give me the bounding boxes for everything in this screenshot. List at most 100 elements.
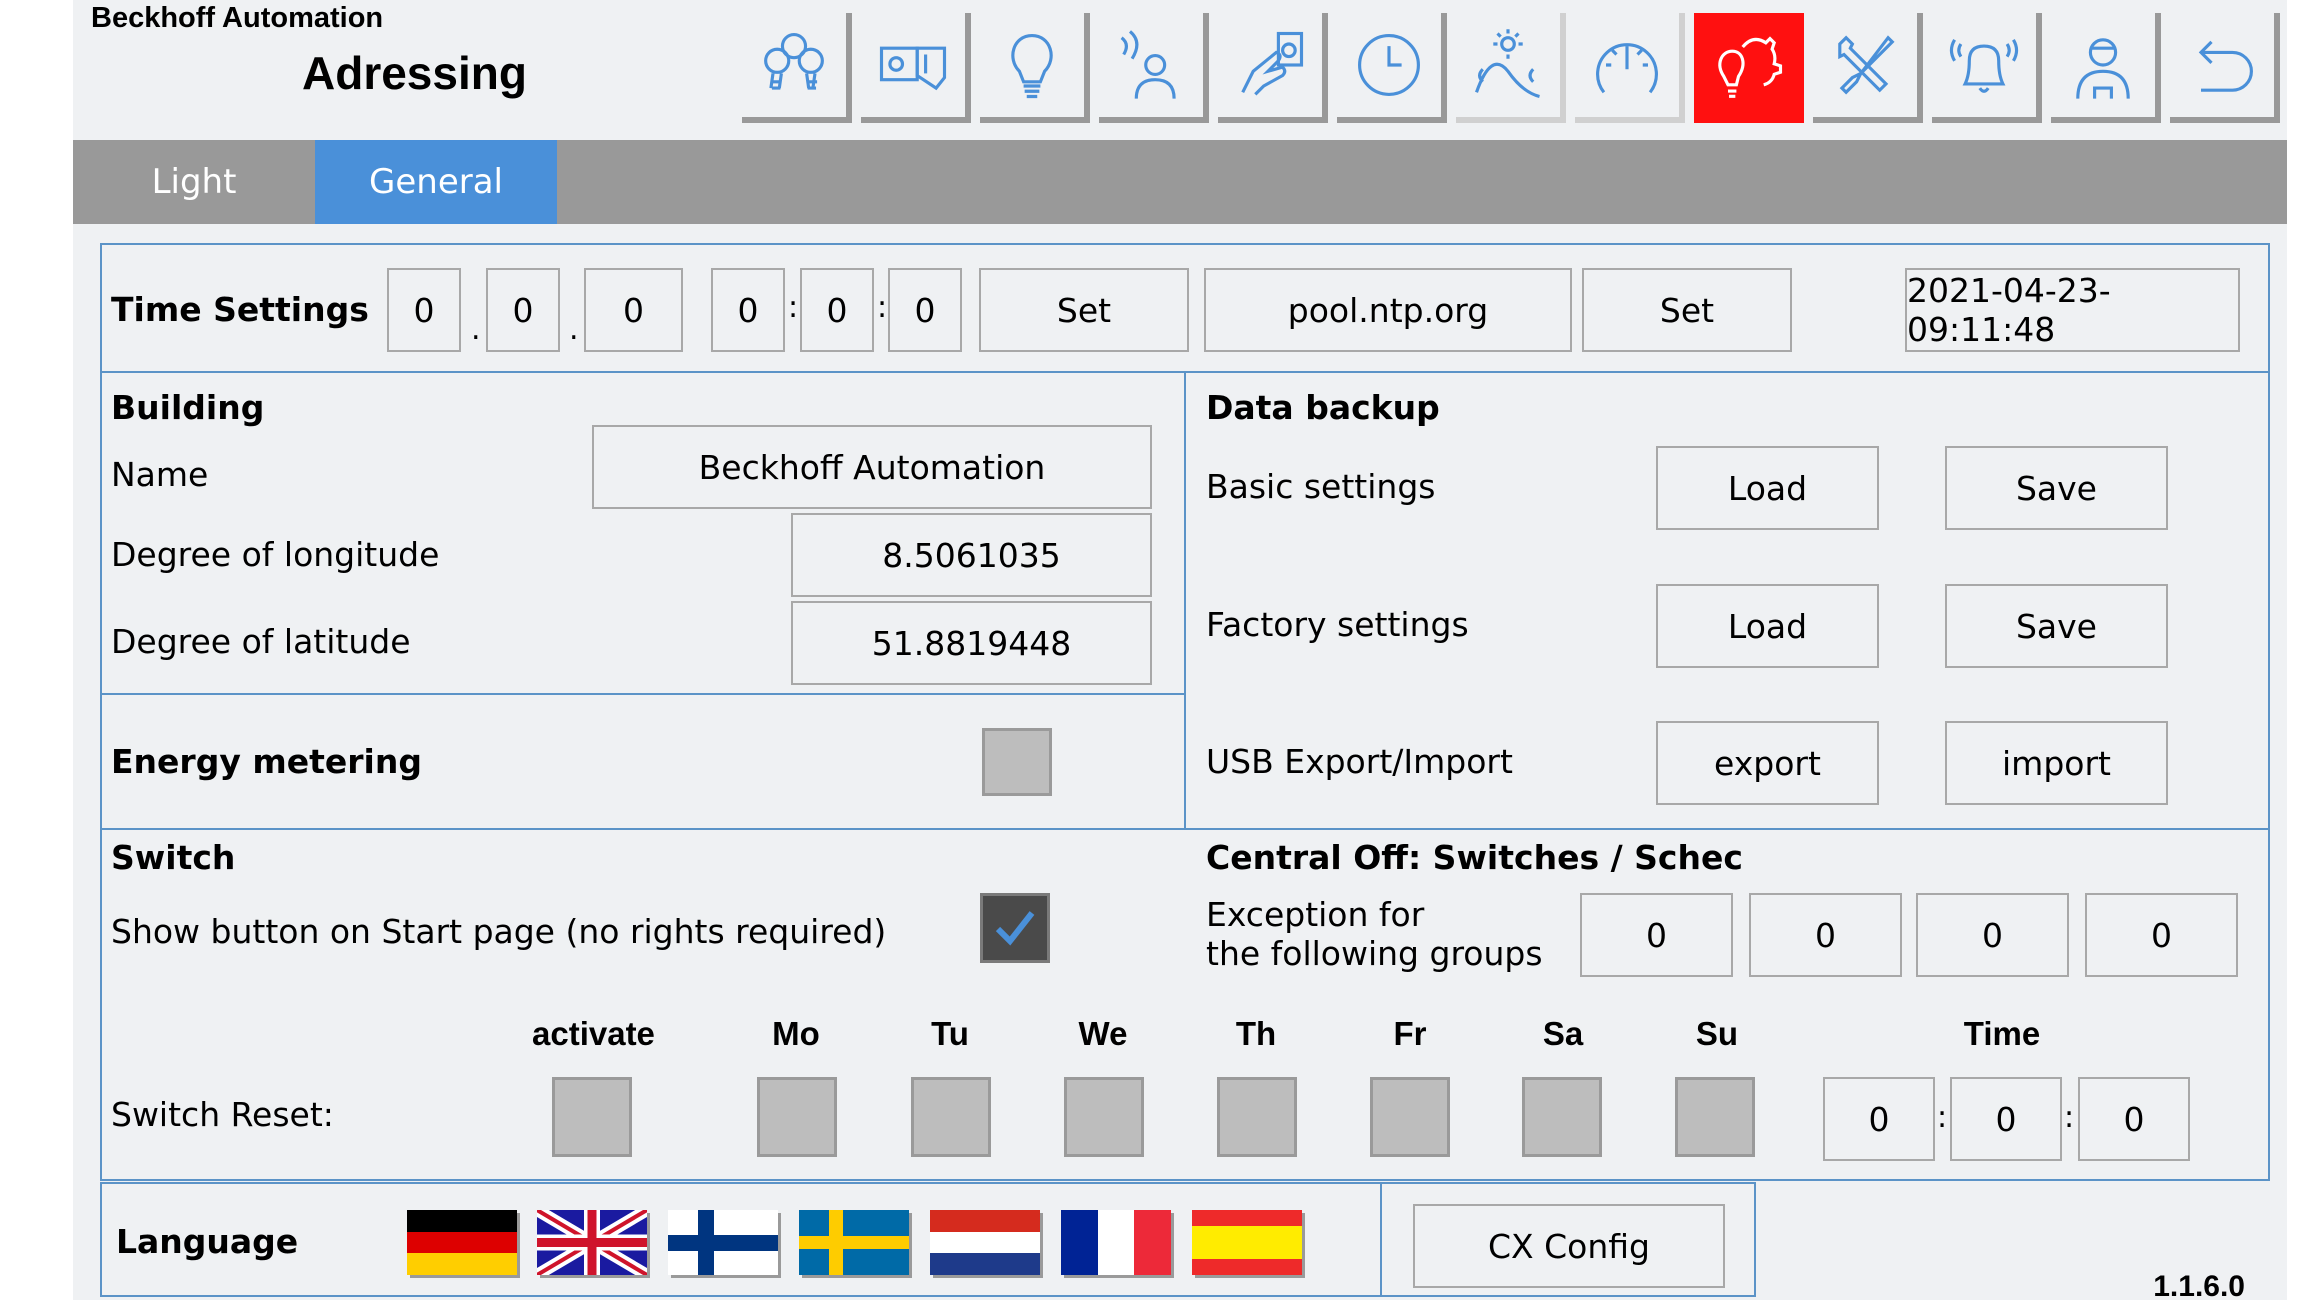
switch-icon bbox=[879, 46, 947, 91]
factory-load-button[interactable]: Load bbox=[1656, 584, 1879, 668]
exception-group-field[interactable]: 0 bbox=[1916, 893, 2069, 977]
nav-button-daylight[interactable] bbox=[1456, 13, 1566, 123]
usb-import-button[interactable]: import bbox=[1945, 721, 2168, 805]
latitude-label: Degree of latitude bbox=[111, 622, 411, 661]
flag-english[interactable] bbox=[537, 1210, 647, 1275]
time-minute-field[interactable]: 0 bbox=[800, 268, 874, 352]
set-ntp-button[interactable]: Set bbox=[1582, 268, 1792, 352]
alarm-bell-icon bbox=[1949, 38, 2019, 93]
col-mo: Mo bbox=[772, 1015, 820, 1052]
exception-group-field[interactable]: 0 bbox=[1749, 893, 1902, 977]
usb-export-import-label: USB Export/Import bbox=[1206, 742, 1513, 781]
tab-general[interactable]: General bbox=[315, 140, 557, 224]
flag-finnish[interactable] bbox=[668, 1210, 778, 1275]
presence-sensor-icon bbox=[1120, 30, 1176, 99]
we-checkbox[interactable] bbox=[1064, 1077, 1144, 1157]
language-label: Language bbox=[116, 1222, 299, 1261]
nav-button-back[interactable] bbox=[2170, 13, 2280, 123]
latitude-field[interactable]: 51.8819448 bbox=[791, 601, 1152, 685]
nav-button-push-button[interactable] bbox=[1218, 13, 1328, 123]
fr-checkbox[interactable] bbox=[1370, 1077, 1450, 1157]
flag-fr-icon bbox=[1061, 1210, 1171, 1275]
central-off-title: Central Off: Switches / Schec bbox=[1206, 838, 1743, 877]
tools-icon bbox=[1838, 35, 1895, 95]
exception-group-field[interactable]: 0 bbox=[1580, 893, 1733, 977]
flag-german[interactable] bbox=[407, 1210, 517, 1275]
nav-button-settings[interactable] bbox=[1694, 13, 1804, 123]
switch-reset-label: Switch Reset: bbox=[111, 1095, 334, 1134]
exception-group-field[interactable]: 0 bbox=[2085, 893, 2238, 977]
sa-checkbox[interactable] bbox=[1522, 1077, 1602, 1157]
energy-metering-checkbox[interactable] bbox=[982, 728, 1052, 796]
reset-hour-field[interactable]: 0 bbox=[1823, 1077, 1935, 1161]
tab-light[interactable]: Light bbox=[73, 140, 315, 224]
checkmark-icon bbox=[995, 911, 1035, 946]
flag-se-icon bbox=[799, 1210, 909, 1275]
nav-button-alarm[interactable] bbox=[1932, 13, 2042, 123]
flag-swedish[interactable] bbox=[799, 1210, 909, 1275]
date-day-field[interactable]: 0 bbox=[387, 268, 461, 352]
flag-es-icon bbox=[1192, 1210, 1302, 1275]
mo-checkbox[interactable] bbox=[757, 1077, 837, 1157]
col-fr: Fr bbox=[1393, 1015, 1427, 1052]
show-button-checkbox[interactable] bbox=[980, 893, 1050, 963]
building-name-label: Name bbox=[111, 455, 209, 494]
show-button-label: Show button on Start page (no rights req… bbox=[111, 912, 887, 951]
reset-second-field[interactable]: 0 bbox=[2078, 1077, 2190, 1161]
ntp-server-field[interactable]: pool.ntp.org bbox=[1204, 268, 1572, 352]
nav-button-light-groups[interactable] bbox=[742, 13, 852, 123]
basic-load-button[interactable]: Load bbox=[1656, 446, 1879, 530]
time-settings-label: Time Settings bbox=[111, 290, 369, 329]
back-icon bbox=[2198, 40, 2253, 92]
usb-export-button[interactable]: export bbox=[1656, 721, 1879, 805]
date-month-field[interactable]: 0 bbox=[486, 268, 560, 352]
light-groups-icon bbox=[764, 32, 824, 90]
time-separator: : bbox=[1937, 1100, 1948, 1135]
longitude-field[interactable]: 8.5061035 bbox=[791, 513, 1152, 597]
flag-spanish[interactable] bbox=[1192, 1210, 1302, 1275]
time-second-field[interactable]: 0 bbox=[888, 268, 962, 352]
su-checkbox[interactable] bbox=[1675, 1077, 1755, 1157]
set-time-button[interactable]: Set bbox=[979, 268, 1189, 352]
page-title: Adressing bbox=[302, 47, 527, 99]
nav-button-switch[interactable] bbox=[861, 13, 971, 123]
energy-metering-label: Energy metering bbox=[111, 742, 422, 781]
building-name-field[interactable]: Beckhoff Automation bbox=[592, 425, 1152, 509]
daylight-icon bbox=[1475, 29, 1540, 99]
time-separator: : bbox=[788, 290, 799, 325]
flag-nl-icon bbox=[930, 1210, 1040, 1275]
clock-icon bbox=[1358, 34, 1420, 96]
data-backup-title: Data backup bbox=[1206, 388, 1440, 427]
version-label: 1.1.6.0 bbox=[2153, 1270, 2245, 1303]
nav-button-tools[interactable] bbox=[1813, 13, 1923, 123]
gauge-icon bbox=[1596, 43, 1658, 94]
cx-config-button[interactable]: CX Config bbox=[1413, 1204, 1725, 1288]
push-button-icon bbox=[1241, 31, 1304, 96]
time-column-label: Time bbox=[1963, 1015, 2041, 1052]
date-separator: . bbox=[569, 312, 579, 347]
flag-de-icon bbox=[407, 1210, 517, 1275]
time-hour-field[interactable]: 0 bbox=[711, 268, 785, 352]
current-datetime: 2021-04-23-09:11:48 bbox=[1905, 268, 2240, 352]
activate-checkbox[interactable] bbox=[552, 1077, 632, 1157]
reset-minute-field[interactable]: 0 bbox=[1950, 1077, 2062, 1161]
flag-dutch[interactable] bbox=[930, 1210, 1040, 1275]
col-su: Su bbox=[1695, 1015, 1739, 1052]
th-checkbox[interactable] bbox=[1217, 1077, 1297, 1157]
switch-title: Switch bbox=[111, 838, 236, 877]
exception-label-line1: Exception for bbox=[1206, 895, 1425, 934]
nav-button-user[interactable] bbox=[2051, 13, 2161, 123]
nav-button-presence[interactable] bbox=[1099, 13, 1209, 123]
col-th: Th bbox=[1235, 1015, 1277, 1052]
col-tu: Tu bbox=[931, 1015, 969, 1052]
basic-save-button[interactable]: Save bbox=[1945, 446, 2168, 530]
factory-save-button[interactable]: Save bbox=[1945, 584, 2168, 668]
nav-button-clock[interactable] bbox=[1337, 13, 1447, 123]
brand-name: Beckhoff Automation bbox=[91, 2, 384, 34]
flag-french[interactable] bbox=[1061, 1210, 1171, 1275]
col-sa: Sa bbox=[1542, 1015, 1584, 1052]
tu-checkbox[interactable] bbox=[911, 1077, 991, 1157]
nav-button-light[interactable] bbox=[980, 13, 1090, 123]
nav-button-gauge[interactable] bbox=[1575, 13, 1685, 123]
date-year-field[interactable]: 0 bbox=[584, 268, 683, 352]
